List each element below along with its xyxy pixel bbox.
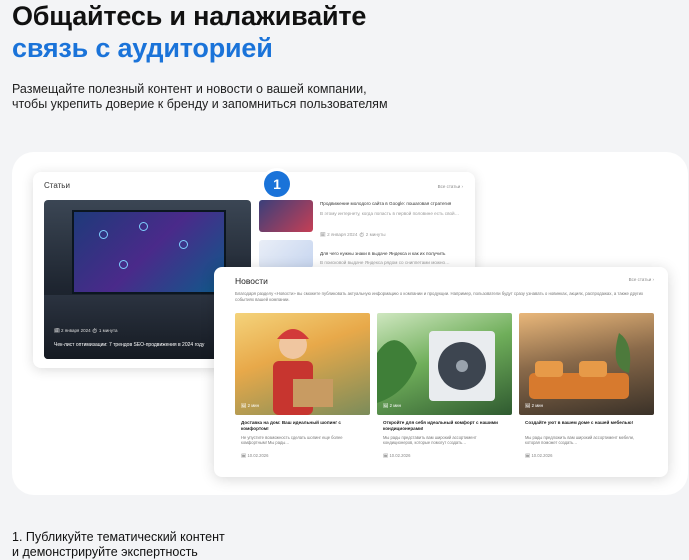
news-all-link[interactable]: Все статьи ›: [629, 277, 654, 282]
news-item-title: Доставка на дом: Ваш идеальный шопинг с …: [241, 420, 341, 431]
article-title: Для чего нужны знаки в выдаче Яндекса и …: [320, 251, 446, 256]
hero-meta: 🗓 2 января 2024 ⏱ 1 минута: [54, 328, 118, 333]
hero-node-icon: [99, 230, 108, 239]
article-thumb[interactable]: [259, 240, 313, 268]
heading-line-2: связь с аудиторией: [12, 33, 273, 63]
news-item-body: Мы рады представить вам широкий ассортим…: [383, 435, 477, 446]
news-item[interactable]: 🖼 2 мин Откройте для себя идеальный комф…: [377, 313, 512, 463]
article-item[interactable]: Для чего нужны знаки в выдаче Яндекса и …: [320, 251, 470, 266]
lead-line-1: Размещайте полезный контент и новости о …: [12, 82, 367, 96]
heading-line-1: Общайтесь и налаживайте: [12, 1, 367, 31]
news-item[interactable]: 🖼 2 мин Создайте уют в вашем доме с наше…: [519, 313, 654, 463]
hero-node-icon: [179, 240, 188, 249]
news-stamp: 🖼 2 мин: [383, 403, 401, 408]
lead-line-2: чтобы укрепить доверие к бренду и запомн…: [12, 97, 388, 111]
article-desc: В поисковой выдаче Яндекса рядом со снип…: [320, 260, 450, 265]
news-item-body: Мы рады предложить вам широкий ассортиме…: [525, 435, 635, 446]
article-item[interactable]: Продвижение молодого сайта в Google: пош…: [320, 201, 470, 238]
news-title: Новости: [235, 276, 268, 286]
page-heading: Общайтесь и налаживайте связь с аудитори…: [12, 0, 366, 64]
news-item[interactable]: 🖼 2 мин Доставка на дом: Ваш идеальный ш…: [235, 313, 370, 463]
article-desc: В этому интернету, когда попасть в перво…: [320, 211, 460, 216]
hero-caption[interactable]: Чек-лист оптимизации: 7 трендов SEO-прод…: [54, 342, 204, 348]
article-thumb[interactable]: [259, 200, 313, 232]
news-stamp: 🖼 2 мин: [241, 403, 259, 408]
hero-node-icon: [139, 222, 148, 231]
news-card: Новости Все статьи › Благодаря разделу «…: [214, 267, 668, 477]
hero-node-icon: [119, 260, 128, 269]
news-item-title: Создайте уют в вашем доме с нашей мебель…: [525, 420, 634, 425]
news-image-air-conditioner: 🖼 2 мин: [377, 313, 512, 415]
news-subtitle: Благодаря разделу «Новости» вы сможете п…: [235, 291, 644, 302]
lead-text: Размещайте полезный контент и новости о …: [12, 82, 388, 112]
news-item-date: 🗓 10.02.2026: [383, 453, 411, 458]
news-item-title: Откройте для себя идеальный комфорт с на…: [383, 420, 498, 431]
articles-all-link[interactable]: Все статьи ›: [438, 184, 463, 189]
articles-title: Статьи: [44, 181, 70, 190]
article-title: Продвижение молодого сайта в Google: пош…: [320, 201, 452, 206]
news-item-date: 🗓 10.02.2026: [525, 453, 553, 458]
feature-caption-line-2: и демонстрируйте экспертность: [12, 545, 198, 559]
news-item-body: Не упустите возможность сделать шопинг е…: [241, 435, 343, 446]
news-item-date: 🗓 10.02.2026: [241, 453, 269, 458]
news-image-furniture: 🖼 2 мин: [519, 313, 654, 415]
feature-caption: 1. Публикуйте тематический контент и дем…: [12, 530, 225, 560]
hero-screen-graphic: [72, 210, 226, 294]
feature-caption-line-1: 1. Публикуйте тематический контент: [12, 530, 225, 544]
news-image-courier: 🖼 2 мин: [235, 313, 370, 415]
article-meta: 🗓 2 января 2024 ⏱ 2 минуты: [320, 232, 386, 237]
step-badge: 1: [264, 171, 290, 197]
news-stamp: 🖼 2 мин: [525, 403, 543, 408]
